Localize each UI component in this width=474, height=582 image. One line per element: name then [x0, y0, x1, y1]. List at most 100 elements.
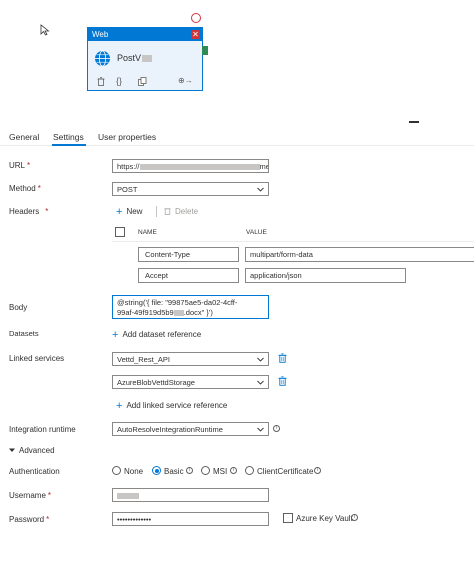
- tab-general[interactable]: General: [9, 132, 39, 142]
- tab-settings[interactable]: Settings: [53, 132, 84, 142]
- mouse-cursor-icon: [40, 24, 50, 36]
- auth-radio-client-certificate[interactable]: [245, 466, 254, 475]
- url-value-prefix: https://: [117, 162, 140, 171]
- linked-service-value: AzureBlobVettdStorage: [117, 378, 195, 387]
- chevron-down-icon: [257, 380, 264, 385]
- tab-user-properties[interactable]: User properties: [98, 132, 156, 142]
- new-header-button[interactable]: + New: [116, 206, 142, 218]
- add-dataset-label: Add dataset reference: [122, 330, 202, 339]
- advanced-toggle[interactable]: Advanced: [9, 446, 55, 455]
- delete-icon[interactable]: [278, 376, 287, 386]
- plus-icon: +: [112, 329, 119, 341]
- body-line-2b: .docx" }'): [183, 308, 213, 317]
- integration-runtime-value: AutoResolveIntegrationRuntime: [117, 425, 223, 434]
- plus-icon: +: [116, 400, 123, 412]
- info-icon[interactable]: i: [186, 467, 193, 474]
- chevron-down-icon: [9, 448, 15, 452]
- info-icon[interactable]: i: [351, 514, 358, 521]
- linked-service-select[interactable]: Vettd_Rest_API: [112, 352, 269, 366]
- username-input[interactable]: [112, 488, 269, 502]
- linked-service-select[interactable]: AzureBlobVettdStorage: [112, 375, 269, 389]
- linked-services-label: Linked services: [9, 354, 65, 363]
- chevron-down-icon: [257, 427, 264, 432]
- password-label-text: Password: [9, 515, 45, 524]
- chevron-down-icon: [257, 187, 264, 192]
- auth-option-client-certificate: ClientCertificate: [257, 467, 314, 476]
- header-name-input[interactable]: Accept: [138, 268, 239, 283]
- active-tab-indicator: [52, 144, 86, 146]
- add-linked-service-label: Add linked service reference: [126, 401, 228, 410]
- select-all-headers-checkbox[interactable]: [115, 227, 125, 237]
- header-name-input[interactable]: Content-Type: [138, 247, 239, 262]
- method-select[interactable]: POST: [112, 182, 269, 196]
- datasets-label: Datasets: [9, 329, 39, 338]
- integration-runtime-label: Integration runtime: [9, 425, 76, 434]
- auth-radio-none[interactable]: [112, 466, 121, 475]
- success-output-port[interactable]: [202, 46, 208, 55]
- azure-key-vault-checkbox[interactable]: [283, 513, 293, 523]
- linked-service-value: Vettd_Rest_API: [117, 355, 170, 364]
- info-icon[interactable]: i: [230, 467, 237, 474]
- error-indicator-icon[interactable]: [191, 13, 201, 23]
- redacted-text: [139, 164, 260, 171]
- body-line-2: 99af-49f919d5b9 .docx" }'): [117, 308, 264, 318]
- redacted-text: [173, 310, 184, 317]
- headers-label: Headers *: [9, 207, 49, 216]
- header-table-divider: [112, 241, 474, 242]
- activity-header: Web ✕: [88, 28, 202, 41]
- delete-header-label: Delete: [175, 207, 199, 216]
- delete-icon[interactable]: [97, 77, 105, 86]
- activity-type-label: Web: [92, 30, 109, 39]
- password-label: Password *: [9, 515, 50, 524]
- auth-option-basic: Basic: [164, 467, 184, 476]
- auth-option-msi: MSI: [213, 467, 228, 476]
- method-label-text: Method: [9, 184, 36, 193]
- body-line-2a: 99af-49f919d5b9: [117, 308, 174, 317]
- new-header-label: New: [126, 207, 143, 216]
- info-icon[interactable]: i: [273, 425, 280, 432]
- headers-label-text: Headers: [9, 207, 40, 216]
- azure-key-vault-label: Azure Key Vault: [296, 514, 353, 523]
- url-input[interactable]: https:// me: [112, 159, 269, 173]
- body-line-1: @string('{ file: "99875ae5-da02-4cff-: [117, 298, 238, 307]
- header-column-name: NAME: [138, 229, 157, 236]
- url-label: URL *: [9, 161, 31, 170]
- globe-icon: [95, 50, 110, 67]
- advanced-label: Advanced: [19, 446, 55, 455]
- info-icon[interactable]: i: [314, 467, 321, 474]
- toolbar-divider: [156, 206, 157, 217]
- method-value: POST: [117, 185, 138, 194]
- body-textarea[interactable]: @string('{ file: "99875ae5-da02-4cff- 99…: [112, 295, 269, 319]
- code-icon[interactable]: {}: [116, 76, 122, 86]
- copy-icon[interactable]: [138, 77, 147, 86]
- auth-option-none: None: [124, 467, 144, 476]
- arrow-output-icon[interactable]: ⊕→: [178, 76, 193, 85]
- authentication-label: Authentication: [9, 467, 60, 476]
- redacted-text: [117, 493, 139, 500]
- auth-radio-msi[interactable]: [201, 466, 210, 475]
- delete-icon: [164, 208, 171, 215]
- plus-icon: +: [116, 206, 123, 218]
- header-value-input[interactable]: multipart/form-data: [245, 247, 474, 262]
- activity-name-text: PostV: [117, 53, 142, 63]
- integration-runtime-select[interactable]: AutoResolveIntegrationRuntime: [112, 422, 269, 436]
- minimize-handle[interactable]: [409, 121, 419, 123]
- body-label: Body: [9, 303, 28, 312]
- activity-name: PostV: [117, 53, 153, 63]
- password-input[interactable]: •••••••••••••: [112, 512, 269, 526]
- web-activity-node[interactable]: Web ✕ PostV {} ⊕→: [87, 27, 203, 91]
- username-label-text: Username: [9, 491, 46, 500]
- header-column-value: VALUE: [246, 229, 267, 236]
- delete-icon[interactable]: [278, 353, 287, 363]
- url-value-suffix: me: [259, 162, 269, 171]
- username-label: Username *: [9, 491, 52, 500]
- redacted-text: [142, 55, 153, 63]
- auth-radio-basic[interactable]: [152, 466, 161, 475]
- header-value-input[interactable]: application/json: [245, 268, 406, 283]
- method-label: Method *: [9, 184, 41, 193]
- add-dataset-reference-button[interactable]: + Add dataset reference: [112, 329, 201, 341]
- close-icon[interactable]: ✕: [191, 30, 200, 39]
- chevron-down-icon: [257, 357, 264, 362]
- delete-header-button[interactable]: Delete: [164, 207, 198, 216]
- add-linked-service-button[interactable]: + Add linked service reference: [116, 400, 227, 412]
